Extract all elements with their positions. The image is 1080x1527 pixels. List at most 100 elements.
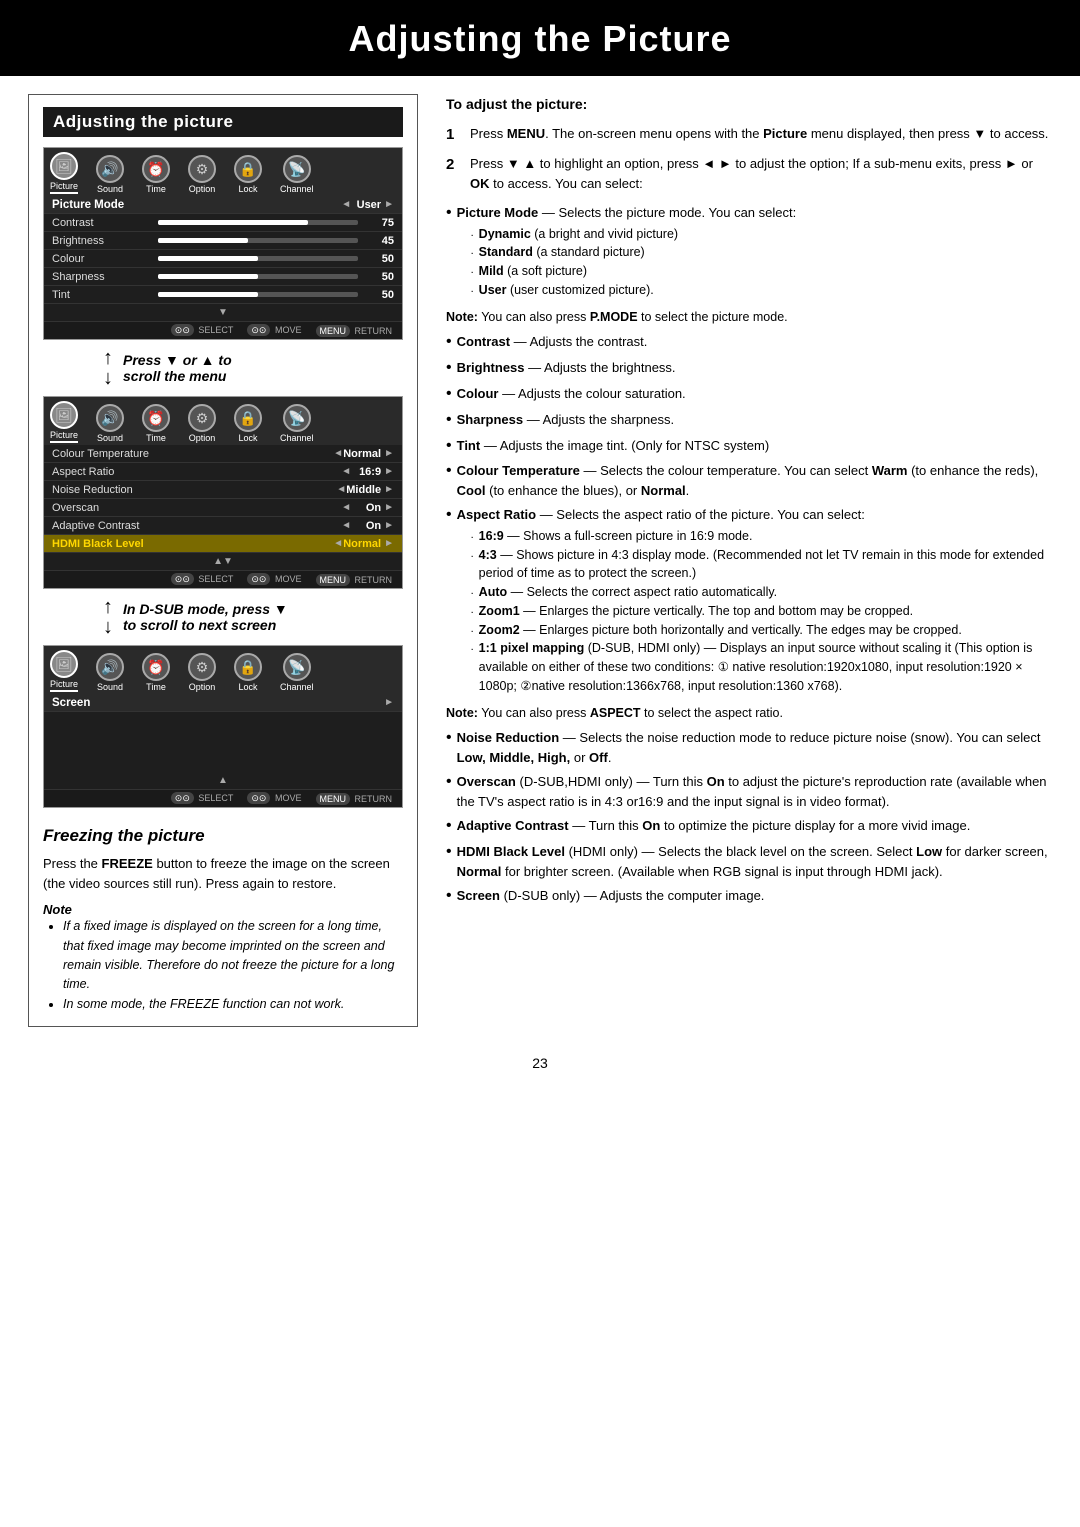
option-icon-3: ⚙ <box>188 653 216 681</box>
page-number: 23 <box>0 1045 1080 1087</box>
note-aspect: Note: You can also press ASPECT to selec… <box>446 704 1052 723</box>
list-item: • Tint — Adjusts the image tint. (Only f… <box>446 436 1052 457</box>
list-item: .Zoom1 — Enlarges the picture vertically… <box>471 602 1052 621</box>
note-title: Note <box>43 902 403 917</box>
menu-icon-sound-3[interactable]: 🔊 Sound <box>96 653 124 692</box>
menu-icon-label: Option <box>189 682 216 692</box>
list-item: In some mode, the FREEZE function can no… <box>63 995 403 1014</box>
bullet-list: • Picture Mode — Selects the picture mod… <box>446 203 1052 302</box>
table-row: Overscan ◄ On ► <box>44 499 402 517</box>
list-item: .Dynamic (a bright and vivid picture) <box>471 225 797 244</box>
menu-icon-picture[interactable]: 🖼 Picture <box>50 152 78 194</box>
sub-bullet-aspect: .16:9 — Shows a full-screen picture in 1… <box>457 527 1052 696</box>
menu-panel-1: 🖼 Picture 🔊 Sound ⏰ Time ⚙ Option <box>43 147 403 340</box>
menu-icon-channel-3[interactable]: 📡 Channel <box>280 653 314 692</box>
section-header: Adjusting the picture <box>43 107 403 137</box>
right-column: To adjust the picture: 1 Press MENU. The… <box>446 94 1052 1027</box>
scroll-annotation-2: ↑ ↓ In D-SUB mode, press ▼to scroll to n… <box>103 597 403 637</box>
freezing-section: Freezing the picture Press the FREEZE bu… <box>43 826 403 1014</box>
list-item: 2 Press ▼ ▲ to highlight an option, pres… <box>446 154 1052 193</box>
scroll-annotation-text-2: In D-SUB mode, press ▼to scroll to next … <box>123 601 288 633</box>
channel-icon-2: 📡 <box>283 404 311 432</box>
menu-icon-lock[interactable]: 🔒 Lock <box>234 155 262 194</box>
menu-icon-option[interactable]: ⚙ Option <box>188 155 216 194</box>
menu-icon-channel-2[interactable]: 📡 Channel <box>280 404 314 443</box>
list-item: • Overscan (D-SUB,HDMI only) — Turn this… <box>446 772 1052 811</box>
list-item: • Colour — Adjusts the colour saturation… <box>446 384 1052 405</box>
lock-icon-3: 🔒 <box>234 653 262 681</box>
menu-icon-lock-3[interactable]: 🔒 Lock <box>234 653 262 692</box>
time-icon-3: ⏰ <box>142 653 170 681</box>
scroll-arrow-icon-2: ↑ ↓ <box>103 597 113 637</box>
menu-icon-sound-2[interactable]: 🔊 Sound <box>96 404 124 443</box>
list-item: • Aspect Ratio — Selects the aspect rati… <box>446 505 1052 697</box>
table-row: Noise Reduction ◄ Middle ► <box>44 481 402 499</box>
menu-rows-2: Colour Temperature ◄ Normal ► Aspect Rat… <box>44 445 402 571</box>
scroll-arrow-row-2: ▲▼ <box>44 553 402 571</box>
list-item: • Screen (D-SUB only) — Adjusts the comp… <box>446 886 1052 907</box>
menu-icon-label: Picture <box>50 679 78 689</box>
bar-tint <box>158 292 358 297</box>
table-row: Colour 50 <box>44 250 402 268</box>
menu-icon-time-2[interactable]: ⏰ Time <box>142 404 170 443</box>
list-item: • Colour Temperature — Selects the colou… <box>446 461 1052 500</box>
menu-icon-channel[interactable]: 📡 Channel <box>280 155 314 194</box>
lock-icon: 🔒 <box>234 155 262 183</box>
menu-icon-label: Time <box>146 184 166 194</box>
table-row: Contrast 75 <box>44 214 402 232</box>
menu-icon-label: Lock <box>239 184 258 194</box>
table-row: Aspect Ratio ◄ 16:9 ► <box>44 463 402 481</box>
menu-icon-label: Option <box>189 433 216 443</box>
menu-icon-label: Option <box>189 184 216 194</box>
scroll-arrow-icon: ↑ ↓ <box>103 348 113 388</box>
menu-bottom-bar-3: ⊙⊙ SELECT ⊙⊙ MOVE MENU RETURN <box>44 790 402 807</box>
menu-icon-label: Channel <box>280 184 314 194</box>
table-row: Adaptive Contrast ◄ On ► <box>44 517 402 535</box>
menu-icon-label: Lock <box>239 682 258 692</box>
menu-icon-label: Sound <box>97 682 123 692</box>
menu-icon-time[interactable]: ⏰ Time <box>142 155 170 194</box>
menu-icons-row-1: 🖼 Picture 🔊 Sound ⏰ Time ⚙ Option <box>44 148 402 196</box>
scroll-arrow-row-3: ▲ <box>44 772 402 790</box>
menu-icon-label: Time <box>146 682 166 692</box>
menu-panel-3: 🖼 Picture 🔊 Sound ⏰ Time ⚙ Option <box>43 645 403 808</box>
freezing-text: Press the FREEZE button to freeze the im… <box>43 854 403 894</box>
list-item: • Adaptive Contrast — Turn this On to op… <box>446 816 1052 837</box>
sub-bullet-list: .Dynamic (a bright and vivid picture) .S… <box>457 225 797 300</box>
bullet-list-2: • Contrast — Adjusts the contrast. • Bri… <box>446 332 1052 697</box>
channel-icon: 📡 <box>283 155 311 183</box>
list-item: • Noise Reduction — Selects the noise re… <box>446 728 1052 767</box>
sound-icon: 🔊 <box>96 155 124 183</box>
list-item: If a fixed image is displayed on the scr… <box>63 917 403 995</box>
menu-icon-label: Picture <box>50 430 78 440</box>
menu-icon-time-3[interactable]: ⏰ Time <box>142 653 170 692</box>
table-row: Screen ► <box>44 694 402 712</box>
bar-contrast <box>158 220 358 225</box>
bar-colour <box>158 256 358 261</box>
menu-icon-label: Picture <box>50 181 78 191</box>
menu-rows-1: Picture Mode ◄ User ► Contrast 75 Bright… <box>44 196 402 322</box>
table-row-highlighted: HDMI Black Level ◄ Normal ► <box>44 535 402 553</box>
left-column: Adjusting the picture 🖼 Picture 🔊 Sound … <box>28 94 418 1027</box>
menu-panel-2: 🖼 Picture 🔊 Sound ⏰ Time ⚙ Option <box>43 396 403 589</box>
sound-icon-3: 🔊 <box>96 653 124 681</box>
table-row: Sharpness 50 <box>44 268 402 286</box>
table-row: Colour Temperature ◄ Normal ► <box>44 445 402 463</box>
menu-icon-option-3[interactable]: ⚙ Option <box>188 653 216 692</box>
menu-icon-label: Channel <box>280 682 314 692</box>
menu-icon-sound[interactable]: 🔊 Sound <box>96 155 124 194</box>
note-list: If a fixed image is displayed on the scr… <box>43 917 403 1014</box>
menu-icon-option-2[interactable]: ⚙ Option <box>188 404 216 443</box>
menu-icon-picture-2[interactable]: 🖼 Picture <box>50 401 78 443</box>
list-item: .16:9 — Shows a full-screen picture in 1… <box>471 527 1052 546</box>
right-section-title: To adjust the picture: <box>446 94 1052 116</box>
picture-icon-3: 🖼 <box>50 650 78 678</box>
menu-icon-lock-2[interactable]: 🔒 Lock <box>234 404 262 443</box>
scroll-annotation-text: Press ▼ or ▲ toscroll the menu <box>123 352 232 384</box>
menu-bottom-bar-2: ⊙⊙ SELECT ⊙⊙ MOVE MENU RETURN <box>44 571 402 588</box>
list-item: .User (user customized picture). <box>471 281 797 300</box>
menu-icon-picture-3[interactable]: 🖼 Picture <box>50 650 78 692</box>
scroll-annotation-1: ↑ ↓ Press ▼ or ▲ toscroll the menu <box>103 348 403 388</box>
lock-icon-2: 🔒 <box>234 404 262 432</box>
steps-list: 1 Press MENU. The on-screen menu opens w… <box>446 124 1052 194</box>
